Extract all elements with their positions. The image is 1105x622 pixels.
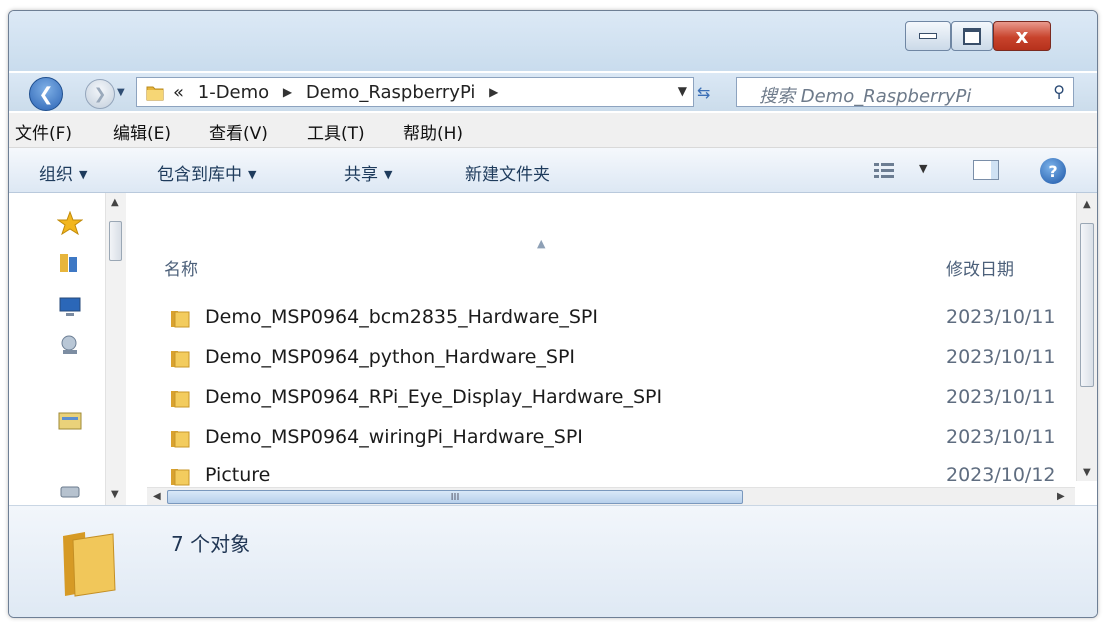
refresh-button[interactable]: ⇆ <box>697 83 710 102</box>
scroll-down-icon[interactable]: ▼ <box>111 489 119 500</box>
file-date: 2023/10/11 <box>946 386 1056 408</box>
include-in-library-button[interactable]: 包含到库中 ▼ <box>157 160 256 185</box>
command-bar: 组织 ▼ 包含到库中 ▼ 共享 ▼ 新建文件夹 ▼ ? <box>9 148 1097 193</box>
scrollbar-thumb[interactable] <box>1080 223 1094 387</box>
minimize-button[interactable] <box>905 21 951 51</box>
recent-pages-button[interactable]: ▼ <box>117 87 125 98</box>
details-pane: 7 个对象 <box>9 505 1097 617</box>
folder-icon <box>171 311 190 328</box>
address-dropdown-icon[interactable]: ▼ <box>678 84 687 98</box>
drive-icon[interactable] <box>57 479 83 503</box>
folder-icon <box>171 391 190 408</box>
help-icon[interactable]: ? <box>1040 158 1066 184</box>
close-button[interactable]: x <box>993 21 1051 51</box>
file-row[interactable]: Demo_MSP0964_RPi_Eye_Display_Hardware_SP… <box>163 383 1073 415</box>
navigation-pane: ▲ ▼ <box>9 193 147 505</box>
maximize-icon <box>963 27 981 45</box>
share-button[interactable]: 共享 ▼ <box>344 160 392 185</box>
address-bar[interactable]: « 1-Demo ▶ Demo_RaspberryPi ▶ ▼ <box>136 77 694 107</box>
new-folder-label: 新建文件夹 <box>465 165 550 185</box>
search-input[interactable]: 搜索 Demo_RaspberryPi ⚲ <box>736 77 1074 107</box>
content-area: ▲ ▼ ▲ 名称 修改日期 Demo_MSP0964_bcm2835_Hardw… <box>9 193 1097 506</box>
favorites-star-icon[interactable] <box>57 211 83 235</box>
folder-icon <box>63 532 116 597</box>
navigation-pane-scrollbar[interactable]: ▲ ▼ <box>105 193 126 505</box>
organize-button[interactable]: 组织 ▼ <box>39 160 87 185</box>
explorer-window: x ❮ ❯ ▼ « 1-Demo ▶ Demo_RaspberryPi ▶ ▼ … <box>8 10 1098 618</box>
file-date: 2023/10/11 <box>946 426 1056 448</box>
organize-label: 组织 <box>39 165 73 185</box>
scroll-up-icon[interactable]: ▲ <box>1083 199 1091 210</box>
maximize-button[interactable] <box>951 21 993 51</box>
file-date: 2023/10/12 <box>946 464 1056 486</box>
view-options-icon[interactable] <box>873 162 895 180</box>
scroll-up-icon[interactable]: ▲ <box>111 197 119 208</box>
file-row[interactable]: Demo_MSP0964_bcm2835_Hardware_SPI 2023/1… <box>163 303 1073 335</box>
scroll-left-icon[interactable]: ◀ <box>153 491 161 502</box>
file-name[interactable]: Demo_MSP0964_bcm2835_Hardware_SPI <box>205 306 598 328</box>
sort-ascending-icon: ▲ <box>537 237 546 250</box>
file-row[interactable]: Demo_MSP0964_python_Hardware_SPI 2023/10… <box>163 343 1073 375</box>
preview-pane-icon[interactable] <box>973 160 999 180</box>
scroll-down-icon[interactable]: ▼ <box>1083 467 1091 478</box>
computer-icon[interactable] <box>57 295 83 319</box>
chevron-down-icon: ▼ <box>79 168 88 181</box>
minimize-icon <box>919 33 937 39</box>
chevron-down-icon: ▼ <box>117 87 125 98</box>
column-header-date-modified[interactable]: 修改日期 <box>946 255 1014 280</box>
new-folder-button[interactable]: 新建文件夹 <box>465 160 550 185</box>
refresh-icon: ⇆ <box>697 83 711 102</box>
menu-file[interactable]: 文件(F) <box>15 119 72 144</box>
include-in-library-label: 包含到库中 <box>157 165 242 185</box>
breadcrumb-1-demo[interactable]: 1-Demo <box>198 82 269 103</box>
breadcrumb-overflow[interactable]: « <box>173 82 184 103</box>
chevron-down-icon: ▼ <box>248 168 257 181</box>
network-icon[interactable] <box>57 333 83 357</box>
back-button[interactable]: ❮ <box>29 77 63 111</box>
file-name[interactable]: Demo_MSP0964_wiringPi_Hardware_SPI <box>205 426 583 448</box>
menu-tools[interactable]: 工具(T) <box>307 119 365 144</box>
file-name[interactable]: Demo_MSP0964_RPi_Eye_Display_Hardware_SP… <box>205 386 662 408</box>
folder-icon <box>171 351 190 368</box>
folder-icon <box>146 86 164 101</box>
menu-view[interactable]: 查看(V) <box>209 119 268 144</box>
file-name[interactable]: Picture <box>205 464 270 486</box>
chevron-down-icon: ▼ <box>384 168 393 181</box>
view-options-dropdown-icon[interactable]: ▼ <box>919 162 927 175</box>
folder-icon <box>171 431 190 448</box>
search-icon[interactable]: ⚲ <box>1053 82 1065 101</box>
breadcrumb-separator-icon[interactable]: ▶ <box>283 85 292 99</box>
scroll-right-icon[interactable]: ▶ <box>1057 491 1065 502</box>
file-date: 2023/10/11 <box>946 346 1056 368</box>
file-list-horizontal-scrollbar[interactable]: ◀ III ▶ <box>147 487 1075 506</box>
scrollbar-thumb[interactable]: III <box>167 490 743 504</box>
file-row[interactable]: Demo_MSP0964_wiringPi_Hardware_SPI 2023/… <box>163 423 1073 455</box>
file-date: 2023/10/11 <box>946 306 1056 328</box>
search-placeholder: 搜索 Demo_RaspberryPi <box>759 86 972 107</box>
navigation-bar: ❮ ❯ ▼ « 1-Demo ▶ Demo_RaspberryPi ▶ ▼ ⇆ … <box>9 73 1097 111</box>
menu-edit[interactable]: 编辑(E) <box>113 119 171 144</box>
share-label: 共享 <box>344 165 378 185</box>
scrollbar-thumb[interactable] <box>109 221 122 261</box>
title-bar[interactable]: x <box>9 11 1097 71</box>
menu-help[interactable]: 帮助(H) <box>403 119 463 144</box>
breadcrumb-demo-raspberrypi[interactable]: Demo_RaspberryPi <box>306 82 476 103</box>
libraries-icon[interactable] <box>57 251 83 275</box>
file-name[interactable]: Demo_MSP0964_python_Hardware_SPI <box>205 346 575 368</box>
close-icon: x <box>1015 24 1029 48</box>
back-arrow-icon: ❮ <box>38 83 54 105</box>
folder-icon <box>171 469 190 486</box>
file-list-vertical-scrollbar[interactable]: ▲ ▼ <box>1076 193 1097 481</box>
forward-button[interactable]: ❯ <box>85 79 115 109</box>
control-panel-icon[interactable] <box>57 409 83 433</box>
breadcrumb-separator-icon[interactable]: ▶ <box>489 85 498 99</box>
menu-bar: 文件(F) 编辑(E) 查看(V) 工具(T) 帮助(H) <box>9 113 1097 148</box>
forward-arrow-icon: ❯ <box>93 85 107 103</box>
item-count: 7 个对象 <box>171 532 251 556</box>
column-header-name[interactable]: 名称 <box>164 255 198 280</box>
